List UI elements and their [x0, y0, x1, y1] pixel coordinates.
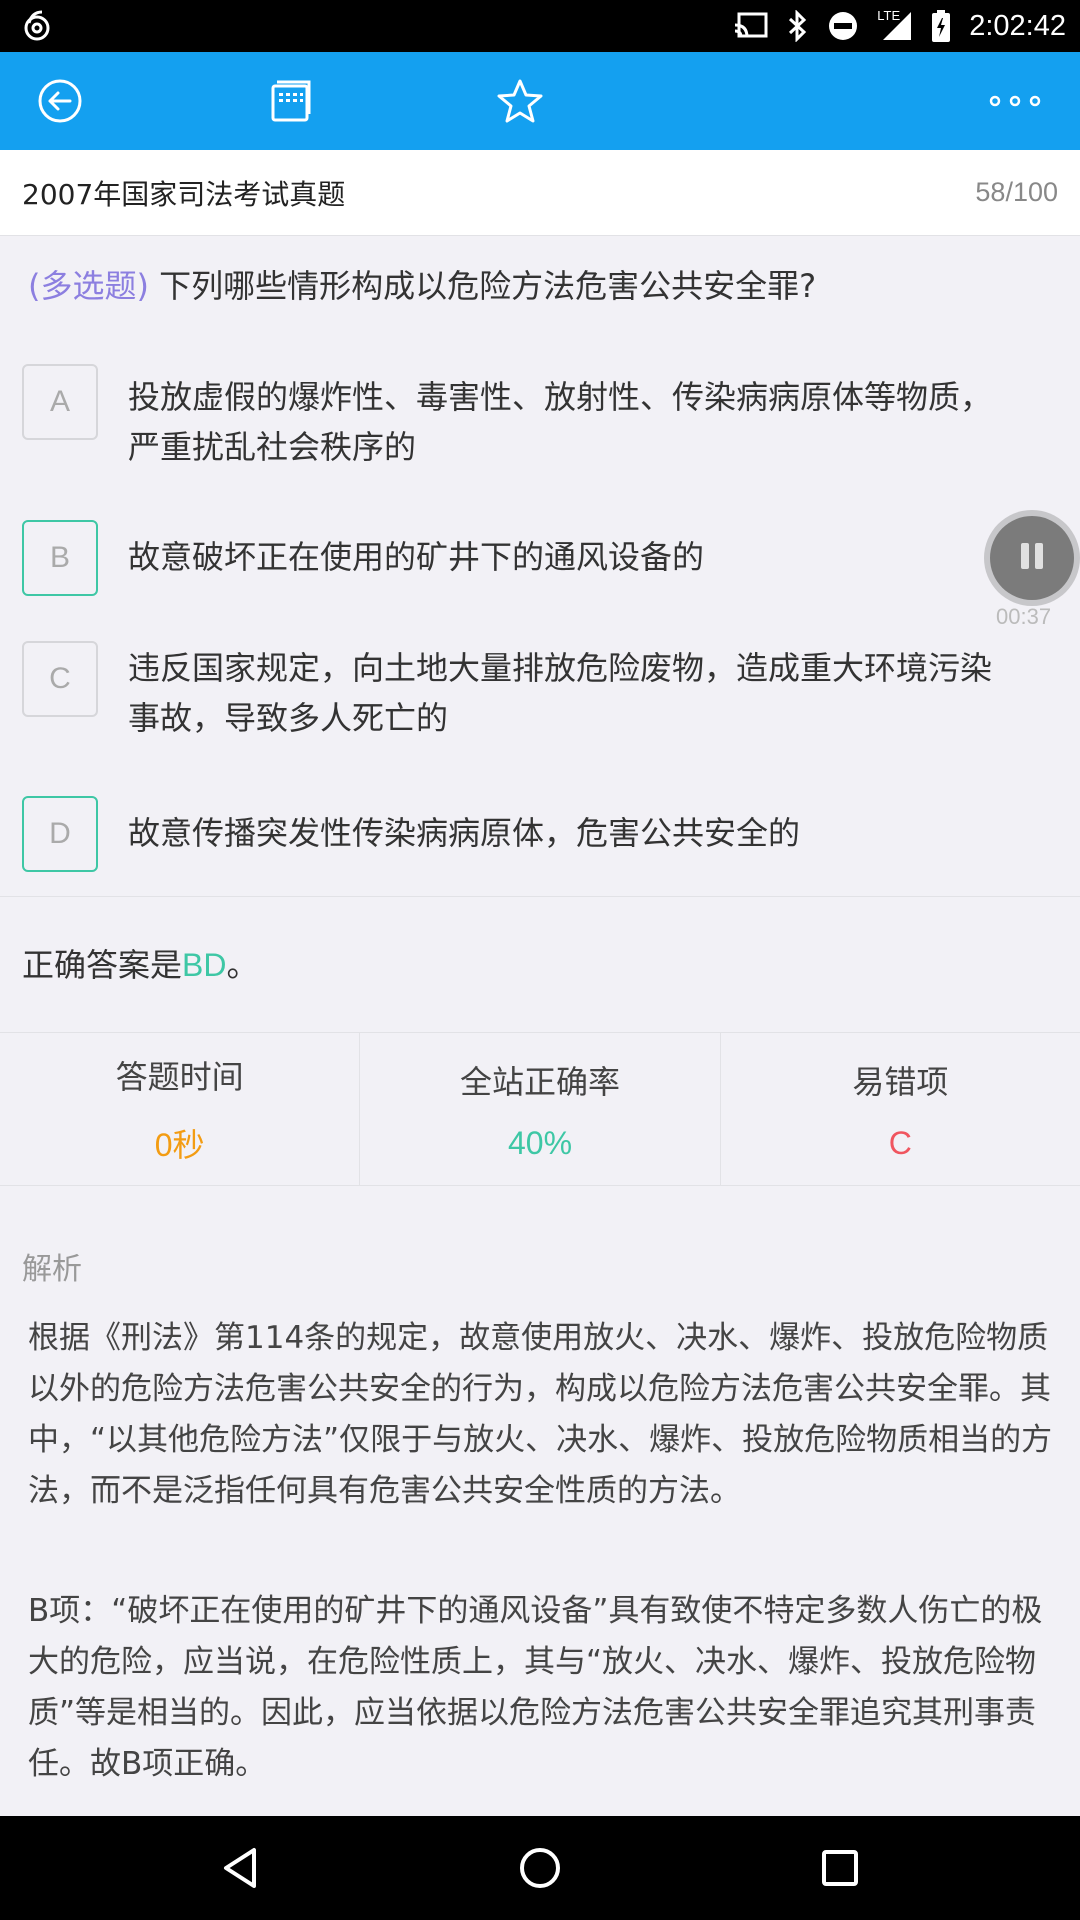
question-type-label: (多选题) — [28, 267, 149, 305]
option-text: 投放虚假的爆炸性、毒害性、放射性、传染病病原体等物质，严重扰乱社会秩序的 — [128, 378, 993, 466]
signal-icon: LTE — [877, 8, 913, 42]
more-icon[interactable] — [980, 71, 1050, 131]
option-letter: B — [22, 520, 98, 596]
stat-label: 答题时间 — [115, 1058, 244, 1096]
do-not-disturb-icon — [827, 10, 859, 42]
stat-answer-time: 答题时间 0秒 — [0, 1033, 361, 1185]
app-notification-icon — [20, 9, 54, 43]
question-text: (多选题) 下列哪些情形构成以危险方法危害公共安全罪? — [28, 262, 1048, 310]
battery-icon — [931, 9, 951, 43]
system-nav-bar — [0, 1816, 1080, 1920]
correct-answer-prefix: 正确答案是 — [22, 946, 183, 984]
stat-label: 易错项 — [852, 1062, 949, 1101]
stat-value: 40% — [507, 1124, 573, 1161]
cast-icon — [733, 11, 769, 41]
option-b[interactable]: B 故意破坏正在使用的矿井下的通风设备的 — [22, 520, 1062, 596]
correct-answer: 正确答案是BD。 — [22, 940, 258, 986]
analysis-paragraph: 根据《刑法》第114条的规定，故意使用放火、决水、爆炸、投放危险物质以外的危险方… — [28, 1320, 1053, 1509]
bluetooth-icon — [787, 10, 809, 42]
back-triangle-icon[interactable] — [200, 1828, 280, 1908]
analysis-heading: 解析 — [22, 1252, 82, 1287]
star-icon[interactable] — [490, 71, 550, 131]
option-a[interactable]: A 投放虚假的爆炸性、毒害性、放射性、传染病病原体等物质，严重扰乱社会秩序的 — [22, 364, 1062, 472]
stat-value: C — [888, 1124, 912, 1161]
exam-header: 2007年国家司法考试真题 58/100 — [0, 150, 1080, 236]
correct-answer-value: BD — [182, 947, 227, 983]
audio-pause-button[interactable] — [990, 516, 1074, 600]
answer-sheet-icon[interactable] — [260, 71, 320, 131]
stat-accuracy: 全站正确率 40% — [360, 1033, 721, 1185]
question-stem: 下列哪些情形构成以危险方法危害公共安全罪? — [148, 267, 817, 305]
lte-label: LTE — [877, 8, 901, 23]
pause-icon — [1017, 540, 1047, 576]
analysis-paragraph: B项：“破坏正在使用的矿井下的通风设备”具有致使不特定多数人伤亡的极大的危险，应… — [28, 1593, 1043, 1782]
audio-elapsed-time: 00:37 — [996, 604, 1052, 629]
option-text: 故意传播突发性传染病病原体，危害公共安全的 — [128, 814, 801, 852]
toolbar — [0, 52, 1080, 150]
answer-stats: 答题时间 0秒 全站正确率 40% 易错项 C — [0, 1032, 1080, 1186]
option-c[interactable]: C 违反国家规定，向土地大量排放危险废物，造成重大环境污染事故，导致多人死亡的 — [22, 641, 1062, 743]
recents-square-icon[interactable] — [800, 1828, 880, 1908]
stat-common-mistake: 易错项 C — [721, 1033, 1080, 1185]
option-letter: C — [22, 641, 98, 717]
stat-label: 全站正确率 — [459, 1062, 620, 1101]
option-letter: A — [22, 364, 98, 440]
option-letter: D — [22, 796, 98, 872]
home-circle-icon[interactable] — [500, 1828, 580, 1908]
exam-title: 2007年国家司法考试真题 — [22, 177, 346, 211]
divider — [0, 896, 1080, 897]
option-d[interactable]: D 故意传播突发性传染病病原体，危害公共安全的 — [22, 796, 1062, 872]
question-progress: 58/100 — [975, 177, 1058, 207]
correct-answer-suffix: 。 — [226, 946, 259, 984]
status-bar: LTE 2:02:42 — [0, 0, 1080, 52]
status-time: 2:02:42 — [969, 9, 1066, 42]
stat-value: 0秒 — [154, 1127, 205, 1163]
option-text: 故意破坏正在使用的矿井下的通风设备的 — [128, 538, 705, 576]
option-text: 违反国家规定，向土地大量排放危险废物，造成重大环境污染事故，导致多人死亡的 — [128, 649, 993, 737]
back-icon[interactable] — [30, 71, 90, 131]
